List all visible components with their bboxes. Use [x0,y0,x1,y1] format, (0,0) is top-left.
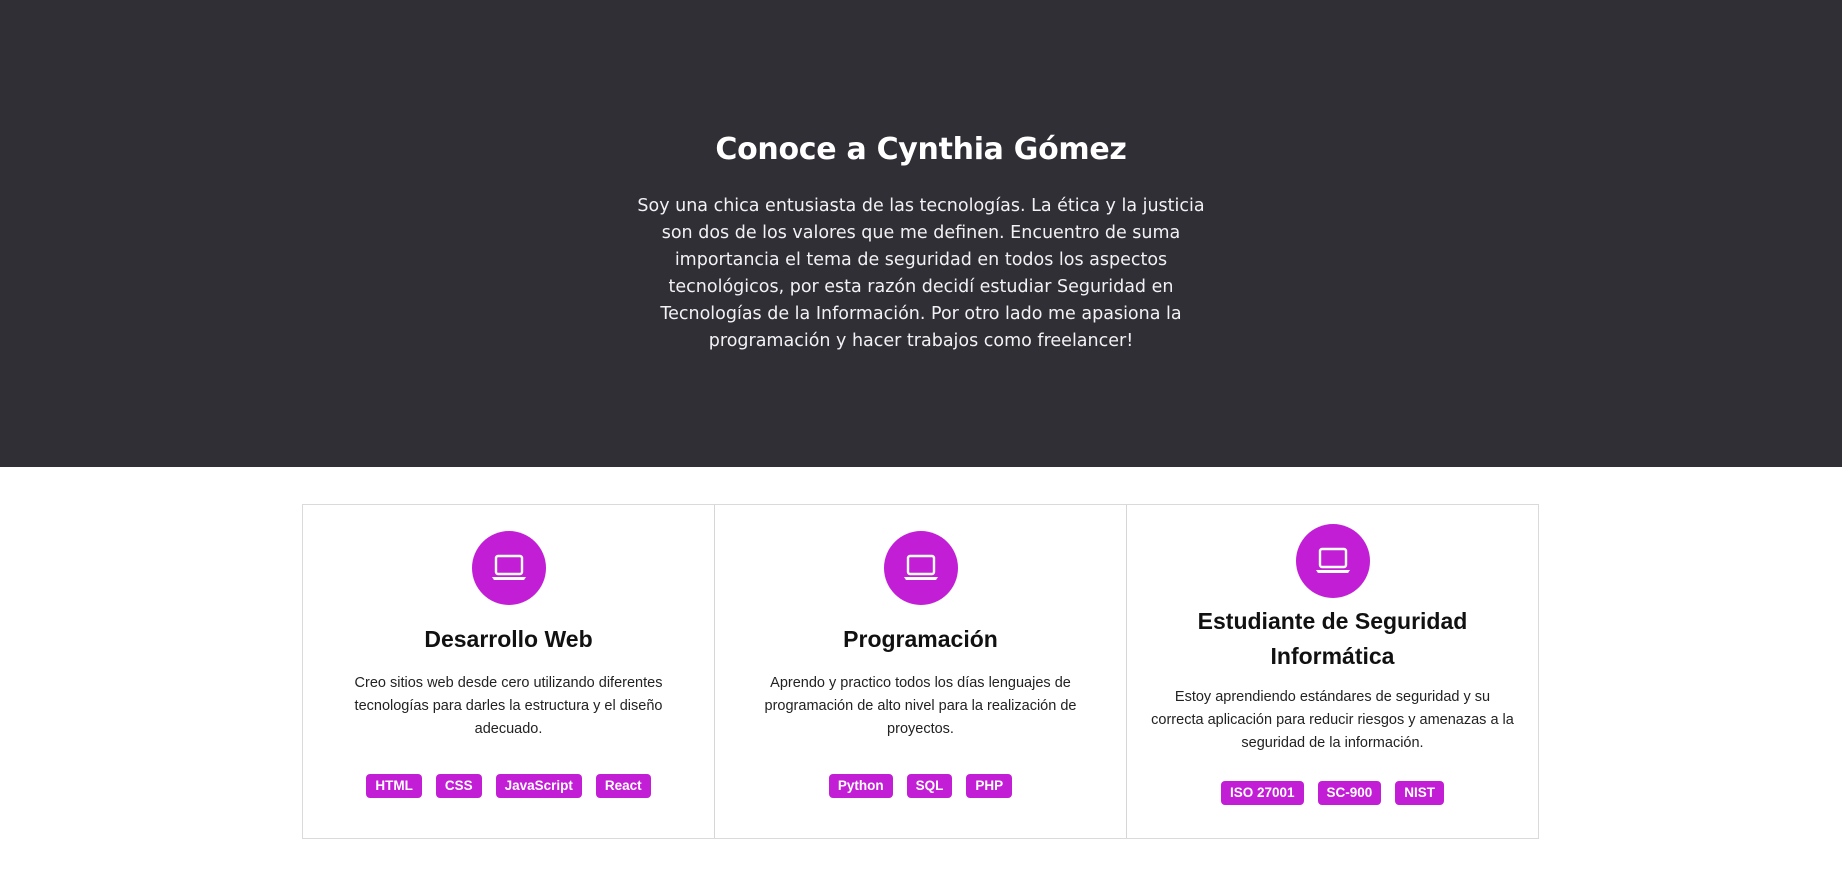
skill-card-programming: Programación Aprendo y practico todos lo… [715,505,1127,838]
tag-javascript: JavaScript [495,774,582,798]
about-hero: Conoce a Cynthia Gómez Soy una chica ent… [0,0,1842,467]
tag-nist: NIST [1395,781,1445,805]
card-title: Programación [843,626,998,652]
tag-sql: SQL [906,774,953,798]
tag-list: ISO 27001 SC-900 NIST [1127,781,1538,805]
card-description: Estoy aprendiendo estándares de segurida… [1151,689,1514,751]
card-description: Creo sitios web desde cero utilizando di… [354,675,663,737]
skill-card-security: Estudiante de Seguridad Informática Esto… [1127,505,1538,838]
laptop-icon [883,531,958,605]
tag-python: Python [828,774,893,798]
tag-php: PHP [966,774,1013,798]
hero-title: Conoce a Cynthia Gómez [715,132,1127,167]
tag-react: React [595,774,651,798]
tag-list: Python SQL PHP [715,774,1126,798]
tag-iso-27001: ISO 27001 [1220,781,1304,805]
card-description: Aprendo y practico todos los días lengua… [764,675,1077,737]
laptop-icon [1295,524,1370,598]
tag-css: CSS [435,774,482,798]
skills-cards: Desarrollo Web Creo sitios web desde cer… [302,504,1539,839]
hero-description: Soy una chica entusiasta de las tecnolog… [637,196,1205,351]
tag-sc-900: SC-900 [1317,781,1382,805]
card-title: Desarrollo Web [424,626,593,652]
tag-list: HTML CSS JavaScript React [303,774,714,798]
skill-card-web: Desarrollo Web Creo sitios web desde cer… [303,505,715,838]
card-title: Estudiante de Seguridad Informática [1197,608,1468,669]
tag-html: HTML [366,774,422,798]
laptop-icon [471,531,546,605]
